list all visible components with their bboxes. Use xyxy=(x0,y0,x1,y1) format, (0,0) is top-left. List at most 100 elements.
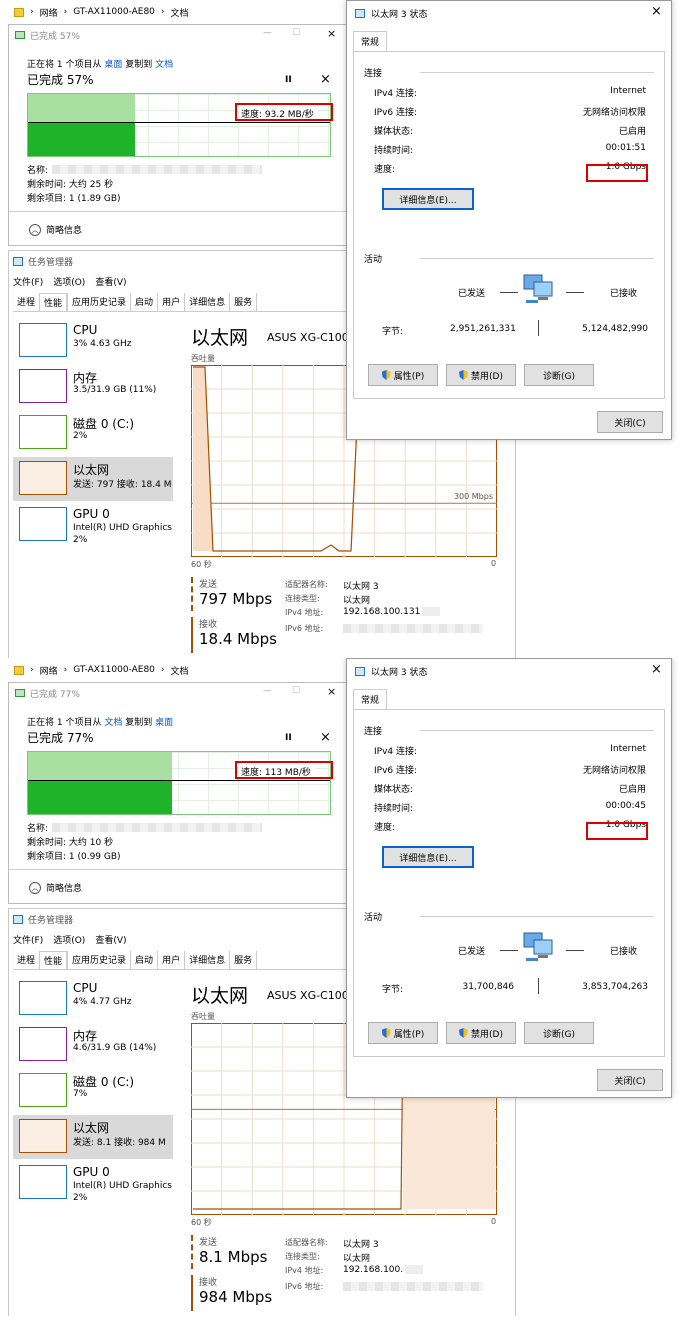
minimize-button[interactable]: — xyxy=(263,686,272,696)
status-value: 00:00:45 xyxy=(605,801,646,811)
breadcrumb-item[interactable]: GT-AX11000-AE80 xyxy=(73,665,155,675)
breadcrumb-item[interactable]: 网络 xyxy=(40,664,58,677)
menu-options[interactable]: 选项(O) xyxy=(53,933,85,946)
copy-status-line: 正在将 1 个项目从 桌面 复制到 文档 xyxy=(27,57,173,70)
cancel-button[interactable]: × xyxy=(320,730,331,745)
tab-app-history[interactable]: 应用历史记录 xyxy=(67,293,130,311)
sidebar-item-ethernet[interactable]: 以太网 发送: 797 接收: 18.4 M xyxy=(13,457,173,501)
sidebar-item-sub: 发送: 8.1 接收: 984 M xyxy=(73,1138,166,1148)
chevron-right-icon: › xyxy=(63,7,68,17)
destination-link[interactable]: 桌面 xyxy=(155,718,173,728)
details-button-label: 详细信息(E)... xyxy=(399,853,457,864)
cancel-button[interactable]: × xyxy=(320,72,331,87)
copy-line-text: 正在将 1 个项目从 xyxy=(27,60,102,70)
status-close-button[interactable]: × xyxy=(651,662,662,677)
close-button[interactable]: × xyxy=(327,685,336,698)
recv-line xyxy=(566,292,584,293)
close-dialog-button[interactable]: 关闭(C) xyxy=(597,411,663,433)
details-button[interactable]: 详细信息(E)... xyxy=(382,846,474,868)
sidebar-item-disk[interactable]: 磁盘 0 (C:) 7% xyxy=(13,1069,173,1113)
recv-label: 接收 xyxy=(199,620,218,630)
less-info-toggle[interactable]: ︿ 简略信息 xyxy=(29,881,82,894)
tab-services[interactable]: 服务 xyxy=(229,293,258,311)
status-close-button[interactable]: × xyxy=(651,4,662,19)
sidebar-item-cpu[interactable]: CPU 3% 4.63 GHz xyxy=(13,319,173,363)
menu-options[interactable]: 选项(O) xyxy=(53,275,85,288)
sidebar-item-gpu[interactable]: GPU 0 Intel(R) UHD Graphics 2% xyxy=(13,1161,173,1209)
gpu-sparkline xyxy=(19,507,67,541)
status-row: 媒体状态: 已启用 xyxy=(374,124,646,143)
sidebar-item-gpu[interactable]: GPU 0 Intel(R) UHD Graphics 2% xyxy=(13,503,173,551)
status-value: 已启用 xyxy=(618,127,646,137)
tab-details[interactable]: 详细信息 xyxy=(184,293,229,311)
send-value: 797 Mbps xyxy=(199,590,273,608)
divider xyxy=(420,730,654,731)
tab-app-history[interactable]: 应用历史记录 xyxy=(67,951,130,969)
tab-processes[interactable]: 进程 xyxy=(13,293,39,311)
pause-button[interactable]: II xyxy=(285,733,292,743)
maximize-button[interactable]: ☐ xyxy=(292,686,300,696)
pause-button[interactable]: II xyxy=(285,75,292,85)
breadcrumb-item[interactable]: 文档 xyxy=(171,6,189,19)
detail-row: 适配器名称: 以太网 3 xyxy=(285,579,505,593)
sidebar-item-ethernet[interactable]: 以太网 发送: 8.1 接收: 984 M xyxy=(13,1115,173,1159)
menu-view[interactable]: 查看(V) xyxy=(95,275,126,288)
sidebar-item-label: 内存 xyxy=(73,371,98,385)
detail-row: 连接类型: 以太网 xyxy=(285,1251,505,1265)
maximize-button[interactable]: ☐ xyxy=(292,28,300,38)
tab-processes[interactable]: 进程 xyxy=(13,951,39,969)
tab-services[interactable]: 服务 xyxy=(229,951,258,969)
breadcrumb-item[interactable]: 网络 xyxy=(40,6,58,19)
sidebar-item-label: 内存 xyxy=(73,1029,98,1043)
sidebar-item-cpu[interactable]: CPU 4% 4.77 GHz xyxy=(13,977,173,1021)
details-button[interactable]: 详细信息(E)... xyxy=(382,188,474,210)
diagnose-button[interactable]: 诊断(G) xyxy=(524,364,594,386)
detail-key: IPv4 地址: xyxy=(285,1266,324,1275)
minimize-button[interactable]: — xyxy=(263,28,272,38)
close-button[interactable]: × xyxy=(327,27,336,40)
breadcrumb-item[interactable]: 文档 xyxy=(171,664,189,677)
menu-view[interactable]: 查看(V) xyxy=(95,933,126,946)
menu-file[interactable]: 文件(F) xyxy=(13,275,43,288)
tab-performance[interactable]: 性能 xyxy=(39,293,68,311)
tm-menubar: 文件(F) 选项(O) 查看(V) xyxy=(13,933,127,946)
network-computers-icon xyxy=(522,272,556,306)
shield-icon xyxy=(381,370,391,380)
highlight-box xyxy=(235,761,333,779)
sidebar-item-sub: 4% 4.77 GHz xyxy=(73,997,132,1007)
tm-titlebar: 任务管理器 xyxy=(13,913,73,926)
close-dialog-button[interactable]: 关闭(C) xyxy=(597,1069,663,1091)
tab-performance[interactable]: 性能 xyxy=(39,951,68,969)
tab-general[interactable]: 常规 xyxy=(353,31,388,51)
detail-value: 192.168.100.131 xyxy=(343,607,421,617)
source-link[interactable]: 桌面 xyxy=(104,60,122,70)
tab-details[interactable]: 详细信息 xyxy=(184,951,229,969)
diagnose-button[interactable]: 诊断(G) xyxy=(524,1022,594,1044)
sidebar-item-disk[interactable]: 磁盘 0 (C:) 2% xyxy=(13,411,173,455)
destination-link[interactable]: 文档 xyxy=(155,60,173,70)
menu-file[interactable]: 文件(F) xyxy=(13,933,43,946)
status-row: 媒体状态: 已启用 xyxy=(374,782,646,801)
tab-users[interactable]: 用户 xyxy=(157,951,184,969)
less-info-toggle[interactable]: ︿ 简略信息 xyxy=(29,223,82,236)
tab-startup[interactable]: 启动 xyxy=(130,951,157,969)
time-remaining: 剩余时间: 大约 10 秒 xyxy=(27,838,114,848)
properties-button[interactable]: 属性(P) xyxy=(368,364,438,386)
folder-icon xyxy=(14,7,24,17)
breadcrumb-item[interactable]: GT-AX11000-AE80 xyxy=(73,7,155,17)
sidebar-item-memory[interactable]: 内存 4.6/31.9 GB (14%) xyxy=(13,1023,173,1067)
tab-startup[interactable]: 启动 xyxy=(130,293,157,311)
status-row: IPv6 连接: 无网络访问权限 xyxy=(374,763,646,782)
detail-key: IPv6 地址: xyxy=(285,1281,324,1291)
sidebar-item-sub: 发送: 797 接收: 18.4 M xyxy=(73,480,172,490)
properties-button[interactable]: 属性(P) xyxy=(368,1022,438,1044)
disable-button[interactable]: 禁用(D) xyxy=(446,1022,516,1044)
sidebar-item-memory[interactable]: 内存 3.5/31.9 GB (11%) xyxy=(13,365,173,409)
tab-general[interactable]: 常规 xyxy=(353,689,388,709)
disable-button[interactable]: 禁用(D) xyxy=(446,364,516,386)
network-computers-icon xyxy=(522,930,556,964)
sidebar-item-sub: 7% xyxy=(73,1089,88,1099)
detail-row: IPv6 地址: xyxy=(285,621,505,635)
tab-users[interactable]: 用户 xyxy=(157,293,184,311)
source-link[interactable]: 文档 xyxy=(104,718,122,728)
